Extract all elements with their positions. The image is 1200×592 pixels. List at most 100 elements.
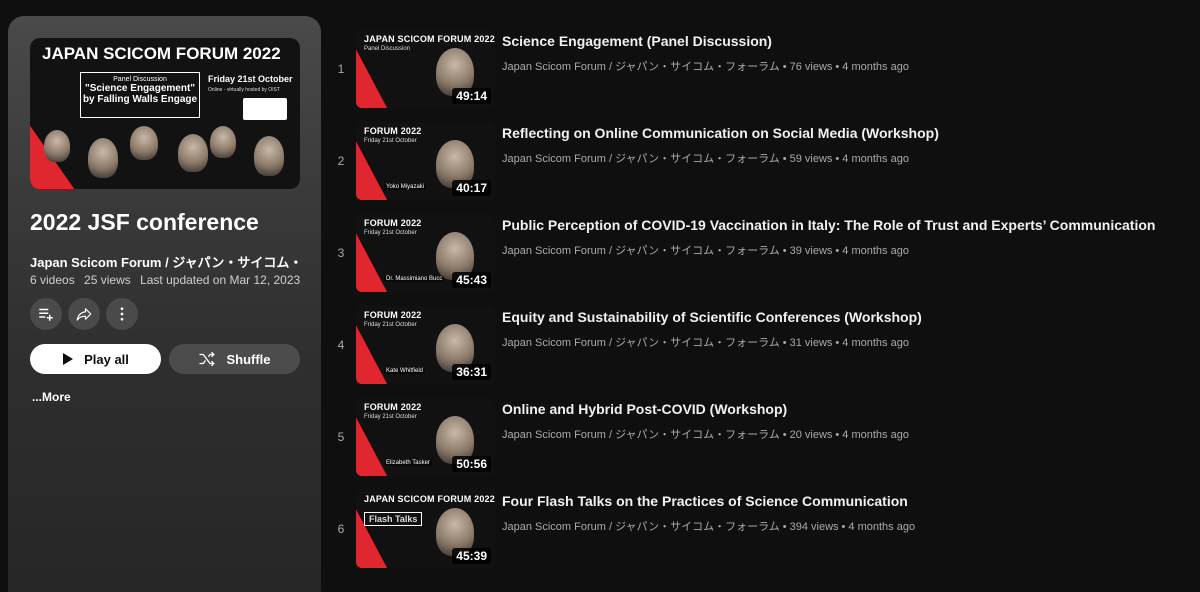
video-age: 4 months ago	[842, 153, 909, 165]
playlist-video-row[interactable]: 5 FORUM 2022 Friday 21st October Elizabe…	[330, 398, 1200, 478]
video-age: 4 months ago	[848, 521, 916, 533]
video-title-link[interactable]: Equity and Sustainability of Scientific …	[502, 309, 922, 325]
thumbnail-heading: JAPAN SCICOM FORUM 2022	[364, 494, 495, 504]
playlist-video-row[interactable]: 3 FORUM 2022 Friday 21st October Dr. Mas…	[330, 214, 1200, 294]
speaker-photo	[178, 134, 208, 172]
thumbnail-heading: FORUM 2022	[364, 402, 422, 412]
playlist-video-row[interactable]: 2 FORUM 2022 Friday 21st October Yoko Mi…	[330, 122, 1200, 202]
play-all-label: Play all	[84, 351, 129, 367]
speaker-name: Yoko Miyazaki	[384, 184, 427, 190]
thumbnail-by: by Falling Walls Engage	[82, 94, 198, 105]
speaker-photo	[44, 130, 70, 162]
shuffle-button[interactable]: Shuffle	[169, 344, 300, 374]
thumbnail-subheading: Panel Discussion	[364, 46, 411, 52]
separator-dot: •	[835, 429, 840, 441]
video-title-link[interactable]: Four Flash Talks on the Practices of Sci…	[502, 493, 908, 509]
video-thumbnail[interactable]: FORUM 2022 Friday 21st October Elizabeth…	[356, 398, 495, 476]
speaker-photo	[254, 136, 284, 176]
share-button[interactable]	[68, 298, 100, 330]
shuffle-icon	[199, 351, 216, 367]
video-meta: Japan Scicom Forum / ジャパン・サイコム・フォーラム • 31 …	[502, 334, 909, 350]
video-meta: Japan Scicom Forum / ジャパン・サイコム・フォーラム • 76 …	[502, 58, 909, 74]
last-updated: Last updated on Mar 12, 2023	[140, 273, 301, 287]
thumbnail-online: Online - virtually hosted by OIST	[208, 87, 280, 93]
thumbnail-topic: "Science Engagement"	[84, 83, 196, 94]
playlist-title: 2022 JSF conference	[30, 209, 259, 235]
video-index: 2	[337, 154, 345, 168]
channel-link[interactable]: Japan Scicom Forum / ジャパン・サイコム・フォーラム	[502, 153, 780, 165]
playlist-video-row[interactable]: 6 JAPAN SCICOM FORUM 2022 Flash Talks 45…	[330, 490, 1200, 570]
play-icon	[63, 353, 74, 365]
video-views: 39 views	[789, 245, 833, 257]
channel-link[interactable]: Japan Scicom Forum / ジャパン・サイコム・フォーラム	[502, 337, 780, 349]
video-views: 76 views	[789, 61, 833, 73]
playlist-video-row[interactable]: 4 FORUM 2022 Friday 21st October Kate Wh…	[330, 306, 1200, 386]
video-thumbnail[interactable]: JAPAN SCICOM FORUM 2022 Panel Discussion…	[356, 30, 495, 108]
video-duration: 40:17	[452, 180, 491, 196]
video-duration: 45:39	[452, 548, 491, 564]
separator-dot: •	[782, 153, 787, 165]
separator-dot: •	[782, 337, 787, 349]
playlist-video-row[interactable]: 1 JAPAN SCICOM FORUM 2022 Panel Discussi…	[330, 30, 1200, 110]
thumbnail-heading: FORUM 2022	[364, 126, 422, 136]
video-duration: 36:31	[452, 364, 491, 380]
save-to-library-button[interactable]	[30, 298, 62, 330]
shuffle-label: Shuffle	[226, 351, 271, 367]
thumbnail-heading: JAPAN SCICOM FORUM 2022	[42, 44, 281, 63]
video-duration: 49:14	[452, 88, 491, 104]
video-count: 6 videos	[30, 273, 75, 287]
separator-dot: •	[782, 61, 787, 73]
sponsor-logos	[243, 98, 287, 120]
video-thumbnail[interactable]: FORUM 2022 Friday 21st October Yoko Miya…	[356, 122, 495, 200]
video-meta: Japan Scicom Forum / ジャパン・サイコム・フォーラム • 394…	[502, 518, 915, 534]
video-age: 4 months ago	[842, 245, 909, 257]
playlist-stats: 6 videos 25 views Last updated on Mar 12…	[30, 273, 306, 287]
playlist-header-panel: JAPAN SCICOM FORUM 2022 Panel Discussion…	[8, 16, 321, 592]
share-icon	[76, 308, 92, 321]
thumbnail-subheading: Friday 21st October	[364, 322, 417, 328]
speaker-photo	[130, 126, 158, 160]
separator-dot: •	[782, 245, 787, 257]
play-all-button[interactable]: Play all	[30, 344, 161, 374]
playlist-thumbnail[interactable]: JAPAN SCICOM FORUM 2022 Panel Discussion…	[30, 38, 300, 189]
channel-link[interactable]: Japan Scicom Forum / ジャパン・サイコム・フォーラム	[502, 521, 780, 533]
speaker-name: Elizabeth Tasker	[384, 460, 432, 466]
view-count: 25 views	[84, 273, 131, 287]
separator-dot: •	[835, 153, 840, 165]
thumbnail-subheading: Friday 21st October	[364, 230, 417, 236]
video-title-link[interactable]: Online and Hybrid Post-COVID (Workshop)	[502, 401, 787, 417]
playlist-owner-link[interactable]: Japan Scicom Forum / ジャパン・サイコム・	[30, 252, 300, 271]
channel-link[interactable]: Japan Scicom Forum / ジャパン・サイコム・フォーラム	[502, 429, 780, 441]
video-duration: 50:56	[452, 456, 491, 472]
video-age: 4 months ago	[842, 61, 909, 73]
video-age: 4 months ago	[842, 337, 909, 349]
video-thumbnail[interactable]: FORUM 2022 Friday 21st October Dr. Massi…	[356, 214, 495, 292]
separator-dot: •	[835, 245, 840, 257]
video-title-link[interactable]: Public Perception of COVID-19 Vaccinatio…	[502, 217, 1155, 233]
video-index: 4	[337, 338, 345, 352]
more-vert-icon	[120, 307, 124, 321]
speaker-name: Dr. Massimiano Bucc	[384, 276, 445, 282]
speaker-photo	[210, 126, 236, 158]
video-title-link[interactable]: Reflecting on Online Communication on So…	[502, 125, 939, 141]
thumbnail-date: Friday 21st October	[208, 74, 293, 84]
video-thumbnail[interactable]: JAPAN SCICOM FORUM 2022 Flash Talks 45:3…	[356, 490, 495, 568]
thumbnail-subheading: Friday 21st October	[364, 138, 417, 144]
separator-dot: •	[835, 337, 840, 349]
video-title-link[interactable]: Science Engagement (Panel Discussion)	[502, 33, 772, 49]
thumbnail-panel-box: Panel Discussion "Science Engagement" by…	[80, 72, 200, 118]
separator-dot: •	[782, 521, 787, 533]
video-index: 6	[337, 522, 345, 536]
description-more-link[interactable]: ...More	[32, 390, 71, 404]
thumbnail-heading: JAPAN SCICOM FORUM 2022	[364, 34, 495, 44]
channel-link[interactable]: Japan Scicom Forum / ジャパン・サイコム・フォーラム	[502, 61, 780, 73]
add-to-queue-icon	[39, 308, 53, 321]
video-index: 3	[337, 246, 345, 260]
video-thumbnail[interactable]: FORUM 2022 Friday 21st October Kate Whit…	[356, 306, 495, 384]
thumbnail-heading: FORUM 2022	[364, 310, 422, 320]
more-actions-button[interactable]	[106, 298, 138, 330]
speaker-name: Kate Whitfield	[384, 368, 426, 374]
channel-link[interactable]: Japan Scicom Forum / ジャパン・サイコム・フォーラム	[502, 245, 780, 257]
video-meta: Japan Scicom Forum / ジャパン・サイコム・フォーラム • 59 …	[502, 150, 909, 166]
thumbnail-subheading: Friday 21st October	[364, 414, 417, 420]
